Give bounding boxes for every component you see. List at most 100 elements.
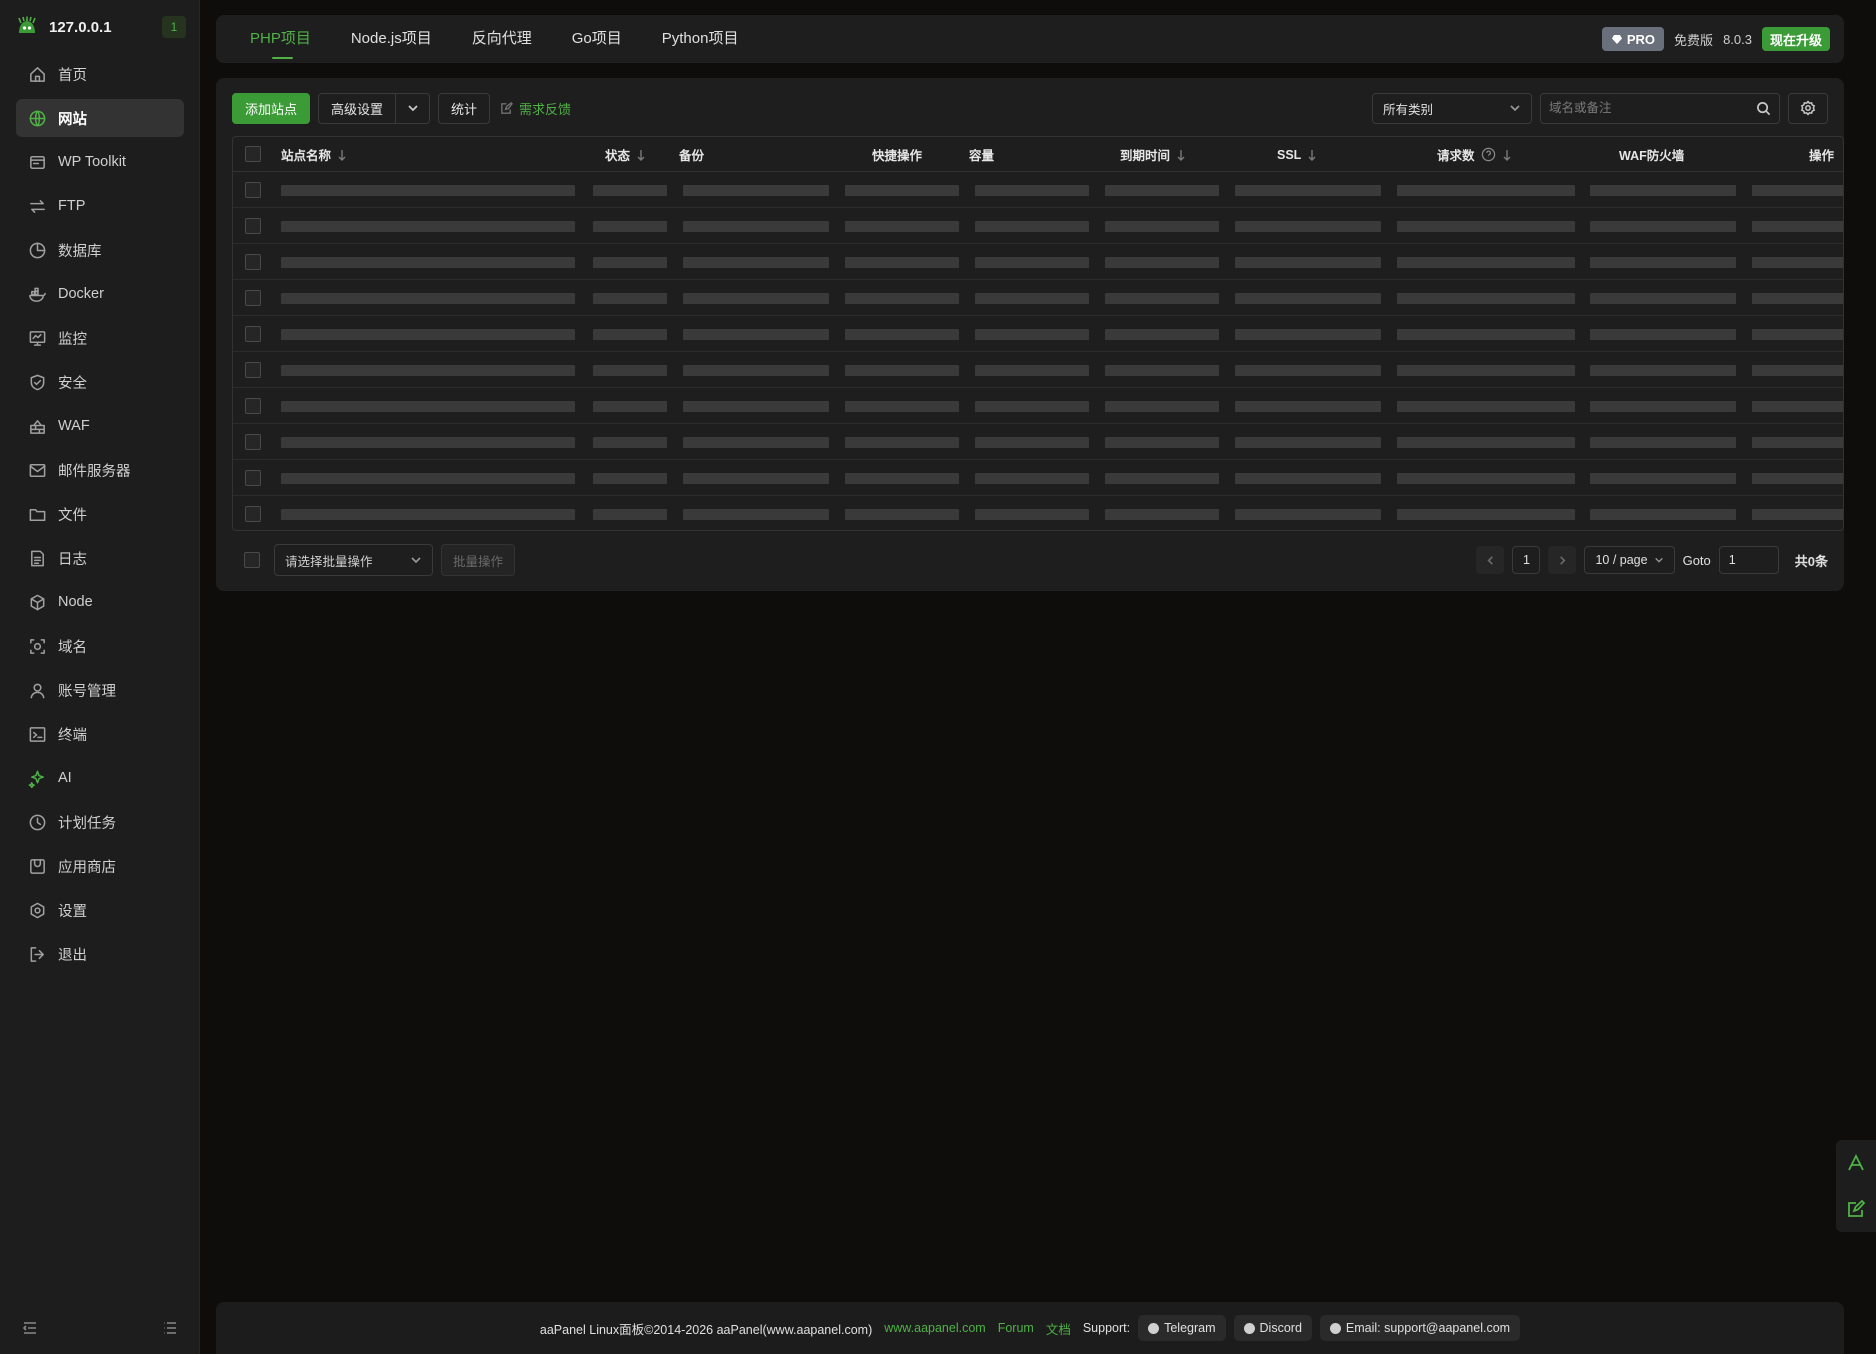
loading-skeleton: [683, 185, 829, 196]
page-size-select[interactable]: 10 / page: [1584, 546, 1675, 574]
search-input[interactable]: [1549, 101, 1756, 115]
next-page-button[interactable]: [1548, 546, 1577, 574]
tab-0[interactable]: PHP项目: [234, 15, 331, 63]
loading-skeleton: [1397, 365, 1575, 376]
floating-tools: [1836, 1140, 1876, 1232]
sidebar-item-0[interactable]: 首页: [16, 55, 184, 93]
sidebar-item-3[interactable]: FTP: [16, 187, 184, 225]
table-row: [233, 496, 1843, 530]
row-checkbox[interactable]: [245, 254, 261, 270]
row-checkbox[interactable]: [245, 506, 261, 522]
sidebar-item-10[interactable]: 文件: [16, 495, 184, 533]
col-quick-actions: 快捷操作: [872, 137, 922, 172]
sidebar-item-label: WP Toolkit: [58, 154, 126, 170]
upgrade-button[interactable]: 现在升级: [1761, 27, 1830, 51]
tab-3[interactable]: Go项目: [552, 15, 642, 63]
col-requests[interactable]: 请求数: [1437, 137, 1512, 172]
loading-skeleton: [975, 401, 1089, 412]
discord-link[interactable]: Discord: [1233, 1315, 1312, 1341]
sidebar-item-4[interactable]: 数据库: [16, 231, 184, 269]
sidebar-item-19[interactable]: 设置: [16, 891, 184, 929]
row-checkbox[interactable]: [245, 470, 261, 486]
row-checkbox[interactable]: [245, 398, 261, 414]
feedback-edit-icon[interactable]: [1846, 1199, 1866, 1219]
batch-operation-button[interactable]: 批量操作: [441, 544, 516, 576]
sidebar-item-15[interactable]: 终端: [16, 715, 184, 753]
user-icon: [27, 680, 47, 700]
sidebar-item-2[interactable]: WP Toolkit: [16, 143, 184, 181]
sidebar-item-14[interactable]: 账号管理: [16, 671, 184, 709]
row-checkbox[interactable]: [245, 182, 261, 198]
sidebar-item-8[interactable]: WAF: [16, 407, 184, 445]
sidebar-item-7[interactable]: 安全: [16, 363, 184, 401]
row-checkbox[interactable]: [245, 362, 261, 378]
loading-skeleton: [1235, 221, 1381, 232]
sidebar-item-9[interactable]: 邮件服务器: [16, 451, 184, 489]
search-icon[interactable]: [1756, 101, 1771, 116]
column-settings-button[interactable]: [1788, 92, 1828, 124]
tab-2[interactable]: 反向代理: [452, 15, 552, 63]
aapanel-assistant-icon[interactable]: [1846, 1153, 1866, 1173]
table-row: [233, 316, 1843, 352]
sidebar-item-6[interactable]: 监控: [16, 319, 184, 357]
batch-operation-select[interactable]: 请选择批量操作: [274, 544, 433, 576]
col-status[interactable]: 状态: [605, 137, 646, 172]
advanced-settings-dropdown[interactable]: [396, 92, 431, 124]
page-number[interactable]: 1: [1512, 546, 1541, 574]
total-count: 共0条: [1794, 553, 1828, 569]
sidebar-item-11[interactable]: 日志: [16, 539, 184, 577]
sort-arrow-icon: [1177, 149, 1185, 161]
stats-button[interactable]: 统计: [438, 92, 491, 124]
loading-skeleton: [281, 185, 575, 196]
category-select[interactable]: 所有类别: [1372, 92, 1532, 124]
telegram-link[interactable]: Telegram: [1138, 1315, 1226, 1341]
forum-link[interactable]: Forum: [998, 1321, 1034, 1335]
tab-4[interactable]: Python项目: [642, 15, 759, 63]
pro-badge[interactable]: PRO: [1601, 27, 1665, 51]
sidebar-item-20[interactable]: 退出: [16, 935, 184, 973]
email-link[interactable]: Email: support@aapanel.com: [1319, 1315, 1521, 1341]
sidebar-item-1[interactable]: 网站: [16, 99, 184, 137]
shield-icon: [27, 372, 47, 392]
chevron-down-icon: [1654, 557, 1663, 563]
advanced-settings-split: 高级设置: [318, 92, 431, 124]
row-checkbox[interactable]: [245, 434, 261, 450]
feedback-link[interactable]: 需求反馈: [500, 99, 571, 118]
select-all-checkbox[interactable]: [245, 146, 261, 162]
sidebar-item-5[interactable]: Docker: [16, 275, 184, 313]
row-checkbox[interactable]: [245, 290, 261, 306]
menu-list-icon[interactable]: [162, 1320, 178, 1336]
website-link[interactable]: www.aapanel.com: [884, 1321, 985, 1335]
footer-select-all-checkbox[interactable]: [244, 552, 260, 568]
sidebar-item-16[interactable]: AI: [16, 759, 184, 797]
table-row: [233, 280, 1843, 316]
aapanel-logo-icon[interactable]: [14, 14, 40, 40]
collapse-sidebar-icon[interactable]: [22, 1320, 38, 1336]
goto-page-input[interactable]: [1718, 546, 1779, 574]
sidebar-item-label: 计划任务: [58, 815, 116, 832]
clock-icon: [27, 812, 47, 832]
col-site-name[interactable]: 站点名称: [281, 137, 347, 172]
advanced-settings-button[interactable]: 高级设置: [318, 92, 397, 124]
table-row: [233, 352, 1843, 388]
tab-1[interactable]: Node.js项目: [331, 15, 452, 63]
sidebar-item-label: 域名: [58, 639, 87, 656]
help-question-icon[interactable]: [1481, 147, 1496, 162]
docs-link[interactable]: 文档: [1046, 1319, 1071, 1338]
loading-skeleton: [593, 221, 667, 232]
sidebar-item-18[interactable]: 应用商店: [16, 847, 184, 885]
sidebar-item-label: 监控: [58, 331, 87, 348]
prev-page-button[interactable]: [1476, 546, 1505, 574]
loading-skeleton: [1590, 437, 1736, 448]
notification-badge[interactable]: 1: [162, 16, 186, 38]
category-select-value: 所有类别: [1383, 102, 1434, 117]
loading-skeleton: [845, 473, 959, 484]
row-checkbox[interactable]: [245, 218, 261, 234]
sidebar-item-13[interactable]: 域名: [16, 627, 184, 665]
sidebar-item-17[interactable]: 计划任务: [16, 803, 184, 841]
col-ssl[interactable]: SSL: [1277, 137, 1317, 172]
col-expiry[interactable]: 到期时间: [1120, 137, 1186, 172]
add-site-button[interactable]: 添加站点: [232, 92, 311, 124]
sidebar-item-12[interactable]: Node: [16, 583, 184, 621]
row-checkbox[interactable]: [245, 326, 261, 342]
